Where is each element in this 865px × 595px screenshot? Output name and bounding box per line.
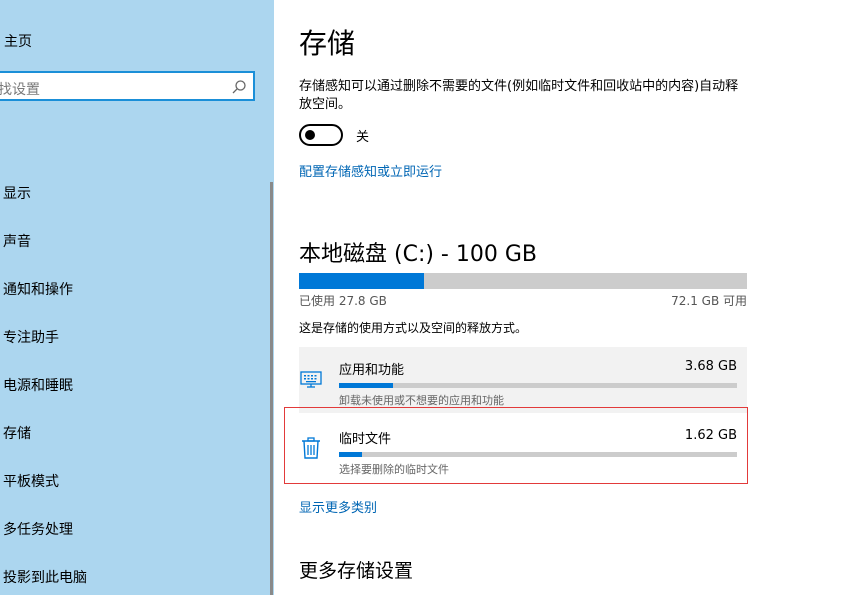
sidebar-item-storage[interactable]: 存储: [3, 423, 31, 443]
show-more-categories-link[interactable]: 显示更多类别: [299, 497, 377, 516]
storage-sense-description: 存储感知可以通过删除不需要的文件(例如临时文件和回收站中的内容)自动释放空间。: [299, 79, 739, 112]
sidebar-item-display[interactable]: 显示: [3, 183, 31, 203]
disk-usage-bar: [299, 273, 747, 289]
sidebar-item-focus-assist[interactable]: 专注助手: [3, 327, 59, 347]
storage-sense-toggle[interactable]: [299, 124, 343, 146]
search-placeholder: 找设置: [0, 82, 40, 98]
keyboard-icon: [300, 371, 322, 388]
category-usage-fill: [339, 383, 393, 388]
sidebar-item-sound[interactable]: 声音: [3, 231, 31, 251]
sidebar-item-multitasking[interactable]: 多任务处理: [3, 519, 73, 539]
sidebar-home[interactable]: 主页: [4, 31, 32, 51]
search-input[interactable]: 找设置: [0, 71, 255, 101]
disk-free-label: 72.1 GB 可用: [671, 294, 747, 308]
sidebar-item-notifications[interactable]: 通知和操作: [3, 279, 73, 299]
disk-used-label: 已使用 27.8 GB: [299, 294, 387, 308]
category-apps-features[interactable]: 应用和功能 3.68 GB 卸载未使用或不想要的应用和功能: [299, 347, 747, 413]
toggle-state-label: 关: [356, 130, 370, 145]
sidebar-item-power-sleep[interactable]: 电源和睡眠: [3, 375, 73, 395]
category-subtitle: 卸载未使用或不想要的应用和功能: [339, 394, 504, 407]
category-name: 应用和功能: [339, 363, 405, 378]
configure-storage-sense-link[interactable]: 配置存储感知或立即运行: [299, 161, 442, 180]
usage-description: 这是存储的使用方式以及空间的释放方式。: [299, 321, 528, 335]
disk-title: 本地磁盘 (C:) - 100 GB: [299, 242, 537, 267]
sidebar: 主页 找设置 显示 声音 通知和操作 专注助手 电源和睡眠 存储 平板模式 多任…: [0, 0, 274, 595]
sidebar-item-tablet-mode[interactable]: 平板模式: [3, 471, 59, 491]
page-title: 存储: [299, 27, 356, 60]
category-usage-bar: [339, 383, 737, 388]
highlight-box: [284, 407, 748, 484]
search-icon[interactable]: [231, 79, 247, 95]
disk-usage-fill: [299, 273, 424, 289]
sidebar-item-project-to-pc[interactable]: 投影到此电脑: [3, 567, 87, 587]
toggle-knob: [305, 130, 315, 140]
more-storage-settings-title: 更多存储设置: [299, 560, 414, 582]
sidebar-scrollbar[interactable]: [270, 182, 273, 595]
main-content: 存储 存储感知可以通过删除不需要的文件(例如临时文件和回收站中的内容)自动释放空…: [274, 0, 865, 595]
category-size: 3.68 GB: [684, 359, 737, 374]
